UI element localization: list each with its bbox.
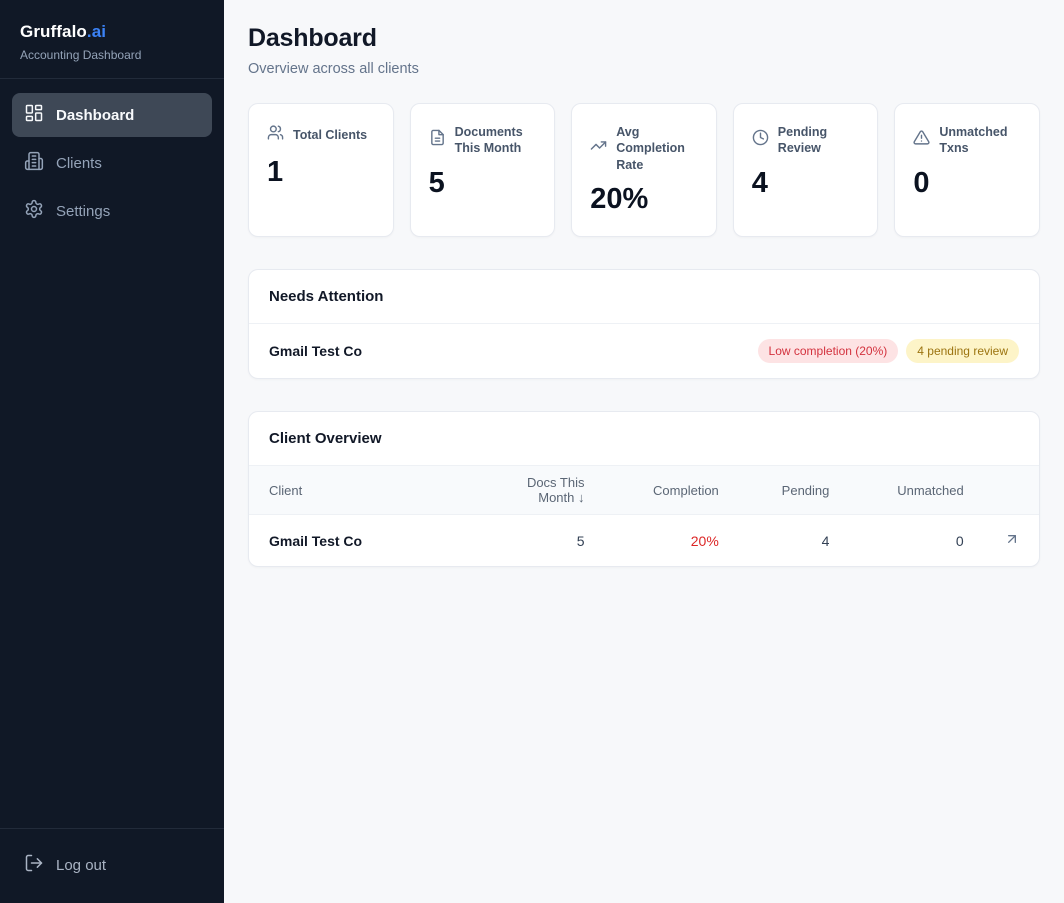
client-overview-title: Client Overview: [249, 412, 1039, 466]
stat-card-total-clients: Total Clients 1: [248, 103, 394, 237]
logout-label: Log out: [56, 857, 106, 874]
client-overview-table: Client Docs This Month ↓ Completion Pend…: [249, 466, 1039, 566]
stat-card-avg-completion: Avg Completion Rate 20%: [571, 103, 717, 237]
stat-value: 0: [913, 167, 1021, 200]
needs-attention-row[interactable]: Gmail Test Co Low completion (20%) 4 pen…: [249, 324, 1039, 378]
arrow-up-right-icon[interactable]: [1004, 531, 1020, 547]
stat-label: Pending Review: [778, 124, 860, 157]
stat-label: Unmatched Txns: [939, 124, 1021, 157]
sidebar-item-clients[interactable]: Clients: [12, 141, 212, 185]
column-header-unmatched[interactable]: Unmatched: [849, 466, 983, 515]
sidebar-item-label: Settings: [56, 203, 110, 220]
logo-block: Gruffalo.ai Accounting Dashboard: [0, 0, 224, 78]
column-header-docs-sorted[interactable]: Docs This Month ↓: [486, 466, 605, 515]
building-icon: [24, 151, 44, 175]
logout-button[interactable]: Log out: [12, 843, 212, 887]
document-icon: [429, 129, 446, 151]
logout-icon: [24, 853, 44, 877]
table-row[interactable]: Gmail Test Co 5 20% 4 0: [249, 515, 1039, 567]
cell-docs: 5: [486, 515, 605, 567]
page-title: Dashboard: [248, 24, 1040, 53]
stat-value: 1: [267, 156, 375, 189]
sidebar-item-settings[interactable]: Settings: [12, 189, 212, 233]
badge-group: Low completion (20%) 4 pending review: [758, 339, 1019, 363]
main-content: Dashboard Overview across all clients To…: [224, 0, 1064, 903]
alert-triangle-icon: [913, 129, 930, 151]
stat-card-unmatched-txns: Unmatched Txns 0: [894, 103, 1040, 237]
client-overview-panel: Client Overview Client Docs This Month ↓…: [248, 411, 1040, 567]
sidebar-spacer: [0, 247, 224, 828]
page-subtitle: Overview across all clients: [248, 61, 1040, 77]
stat-card-documents: Documents This Month 5: [410, 103, 556, 237]
app-logo: Gruffalo.ai: [20, 22, 204, 42]
stat-label: Documents This Month: [455, 124, 537, 157]
stat-value: 5: [429, 167, 537, 200]
column-header-client[interactable]: Client: [249, 466, 486, 515]
sidebar-nav: Dashboard Clients Settings: [0, 79, 224, 247]
stat-card-pending-review: Pending Review 4: [733, 103, 879, 237]
column-header-pending[interactable]: Pending: [739, 466, 850, 515]
logo-suffix: .ai: [87, 22, 106, 41]
needs-attention-panel: Needs Attention Gmail Test Co Low comple…: [248, 269, 1040, 379]
cell-completion: 20%: [605, 515, 739, 567]
low-completion-badge: Low completion (20%): [758, 339, 899, 363]
trending-up-icon: [590, 137, 607, 159]
logout-block: Log out: [0, 828, 224, 903]
gear-icon: [24, 199, 44, 223]
cell-unmatched: 0: [849, 515, 983, 567]
logo-brand: Gruffalo: [20, 22, 87, 41]
stat-label: Avg Completion Rate: [616, 124, 698, 173]
sidebar: Gruffalo.ai Accounting Dashboard Dashboa…: [0, 0, 224, 903]
needs-attention-title: Needs Attention: [249, 270, 1039, 324]
pending-review-badge: 4 pending review: [906, 339, 1019, 363]
stat-value: 4: [752, 167, 860, 200]
stat-label: Total Clients: [293, 127, 367, 143]
dashboard-grid-icon: [24, 103, 44, 127]
sidebar-item-label: Clients: [56, 155, 102, 172]
clock-icon: [752, 129, 769, 151]
column-header-completion[interactable]: Completion: [605, 466, 739, 515]
cell-pending: 4: [739, 515, 850, 567]
app-subtitle: Accounting Dashboard: [20, 48, 204, 62]
stats-grid: Total Clients 1 Documents This Month 5: [248, 103, 1040, 237]
stat-value: 20%: [590, 183, 698, 216]
sidebar-item-dashboard[interactable]: Dashboard: [12, 93, 212, 137]
cell-client: Gmail Test Co: [249, 515, 486, 567]
column-header-action: [984, 466, 1039, 515]
client-name: Gmail Test Co: [269, 343, 362, 359]
table-header-row: Client Docs This Month ↓ Completion Pend…: [249, 466, 1039, 515]
sidebar-item-label: Dashboard: [56, 107, 134, 124]
users-icon: [267, 124, 284, 146]
